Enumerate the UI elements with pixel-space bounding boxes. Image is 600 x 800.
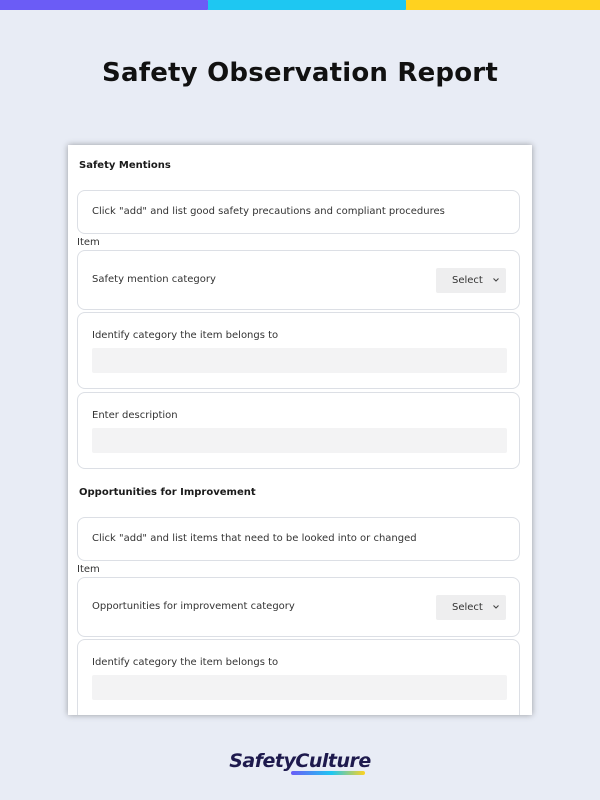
instruction-text: Click "add" and list items that need to … [92,533,417,544]
chevron-down-icon [493,605,499,609]
page-title: Safety Observation Report [102,58,498,88]
identify-category-label: Identify category the item belongs to [92,657,279,668]
report-form-sheet: Safety Mentions Click "add" and list goo… [68,145,532,715]
identify-category-card-safety-mention: Identify category the item belongs to [77,312,520,389]
top-bar-cyan-segment [208,0,410,10]
select-label: Select [452,275,483,286]
item-label: Item [77,564,100,575]
top-bar-yellow-segment [406,0,600,10]
instruction-text: Click "add" and list good safety precaut… [92,206,445,217]
safety-mention-category-select[interactable]: Select [436,268,506,293]
instruction-card-safety-mentions: Click "add" and list good safety precaut… [77,190,520,234]
chevron-down-icon [493,278,499,282]
top-color-bar [0,0,600,10]
category-label: Opportunities for improvement category [92,601,295,612]
description-label: Enter description [92,410,178,421]
description-input[interactable] [92,428,507,453]
safetyculture-logo: SafetyCulture [0,750,600,775]
identify-category-input[interactable] [92,348,507,373]
section-title-opportunities: Opportunities for Improvement [79,487,256,498]
description-card: Enter description [77,392,520,469]
top-bar-purple-segment [0,0,212,10]
identify-category-label: Identify category the item belongs to [92,330,279,341]
logo-text: SafetyCulture [229,750,371,772]
logo-underline [291,771,366,775]
category-label: Safety mention category [92,274,216,285]
category-card-safety-mention: Safety mention category Select [77,250,520,310]
identify-category-input[interactable] [92,675,507,700]
instruction-card-opportunities: Click "add" and list items that need to … [77,517,520,561]
item-label: Item [77,237,100,248]
category-card-opportunities: Opportunities for improvement category S… [77,577,520,637]
section-title-safety-mentions: Safety Mentions [79,160,171,171]
identify-category-card-opportunities: Identify category the item belongs to [77,639,520,715]
improvement-category-select[interactable]: Select [436,595,506,620]
select-label: Select [452,602,483,613]
